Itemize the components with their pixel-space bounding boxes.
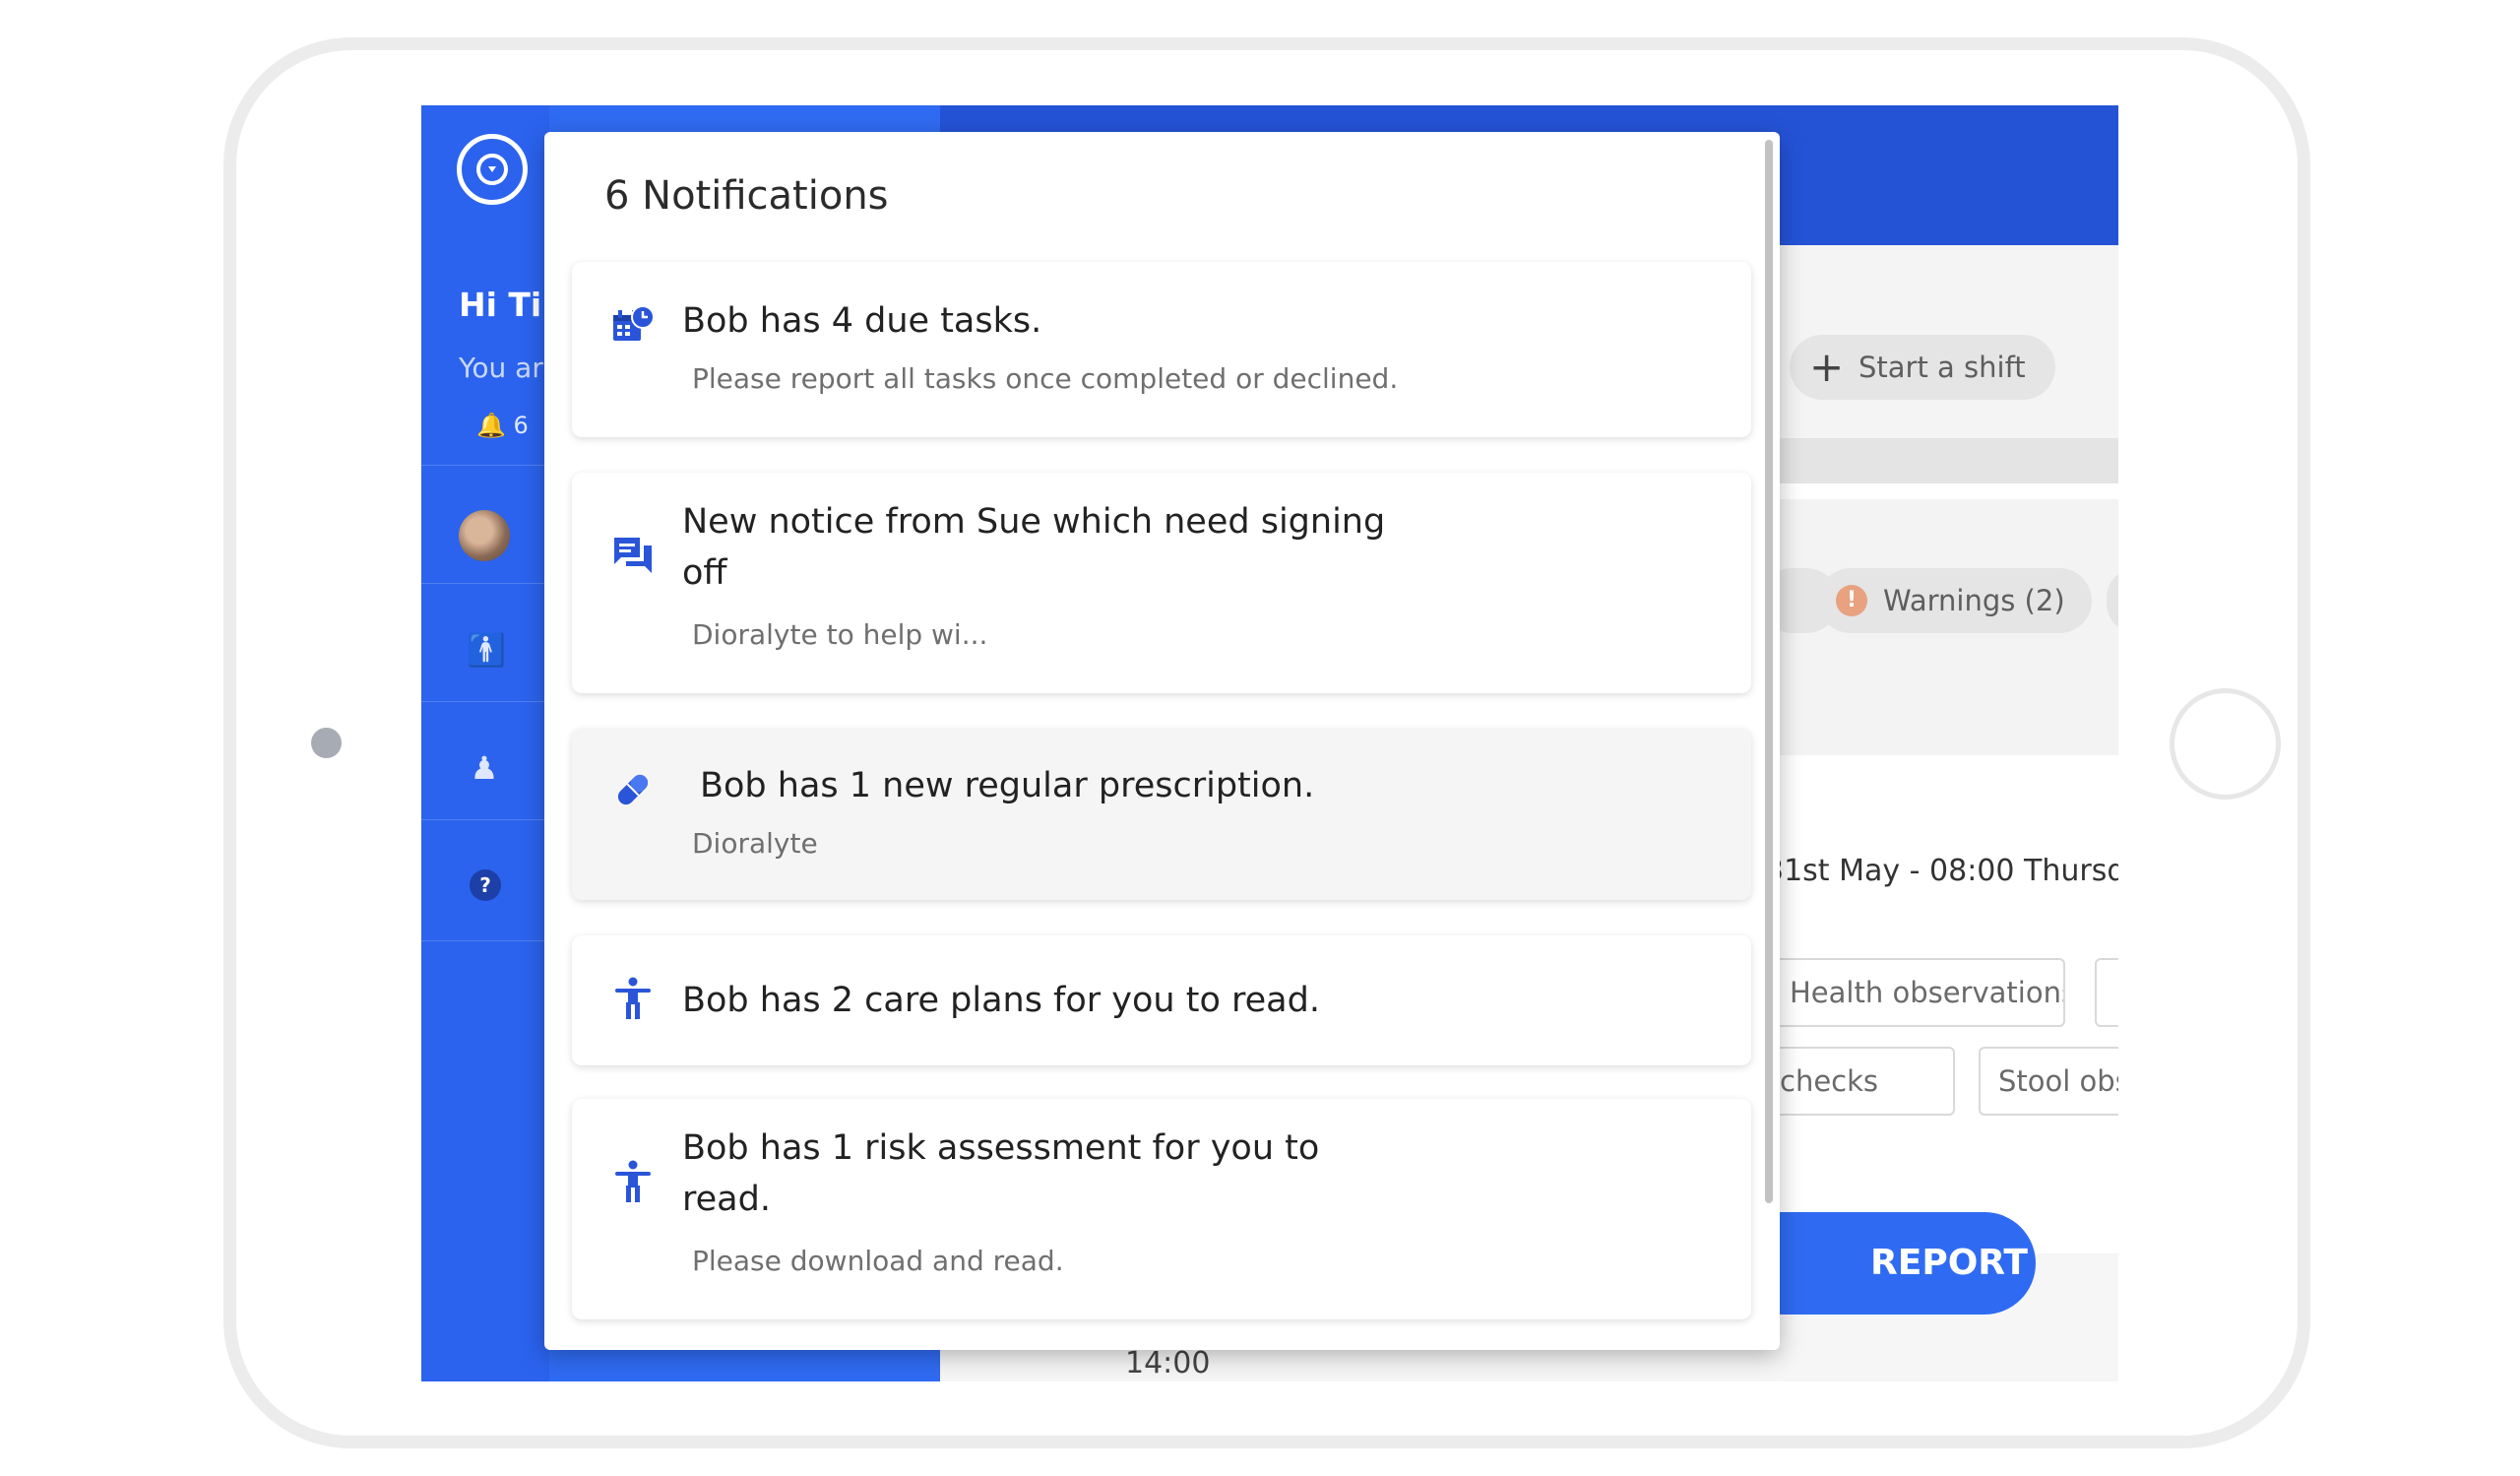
logo-arrow [488,166,496,172]
notification-card-prescription[interactable]: Bob has 1 new regular prescription. Dior… [572,729,1751,900]
date-range: 31st May - 08:00 Thursda [1765,854,2118,888]
notification-title: Bob has 4 due tasks. [682,301,1042,341]
notification-subtitle: Dioralyte to help wi... [692,618,988,651]
user-icon[interactable]: ♟ [467,749,502,787]
start-shift-label: Start a shift [1858,351,2026,384]
avatar[interactable] [459,510,510,561]
notification-subtitle: Please download and read. [692,1245,1064,1277]
tag-health-observations[interactable]: Health observations [1770,958,2065,1027]
bell-icon: 🔔 [476,412,506,439]
notification-subtitle: Dioralyte [692,827,818,860]
help-icon[interactable]: ? [470,869,501,901]
sidebar-divider [421,940,549,941]
sidebar-divider [421,819,549,820]
notification-title: Bob has 2 care plans for you to read. [682,981,1320,1020]
tablet-home-button[interactable] [2170,688,2281,800]
notification-title: New notice from Sue which need signing o… [682,502,1386,593]
notification-card-care-plans[interactable]: Bob has 2 care plans for you to read. [572,935,1751,1065]
person-icon[interactable]: 🚹 [467,631,506,669]
notification-title: Bob has 1 risk assessment for you to rea… [682,1128,1320,1219]
warnings-label: Warnings (2) [1883,584,2065,617]
plus-icon: + [1809,343,1845,391]
notification-subtitle: Please report all tasks once completed o… [692,362,1399,395]
tag-partial[interactable] [2095,958,2118,1027]
notification-card-notice[interactable]: New notice from Sue which need signing o… [572,473,1751,693]
tag-checks[interactable]: checks [1760,1047,1955,1116]
app-logo[interactable] [457,134,528,205]
notification-bell-button[interactable]: 🔔 6 [476,412,529,439]
tablet-camera [311,728,342,758]
notification-card-tasks[interactable]: Bob has 4 due tasks. Please report all t… [572,262,1751,437]
greeting-subtext: You ar [459,352,543,384]
person-icon [615,1160,651,1202]
tag-stool-observations[interactable]: Stool observ [1979,1047,2118,1116]
notification-count: 6 [513,412,529,439]
notifications-title: 6 Notifications [604,173,889,219]
scrollbar[interactable] [1765,140,1773,1203]
notification-title: Bob has 1 new regular prescription. [700,766,1315,805]
chat-icon [614,538,652,573]
timeline-time: 14:00 [1125,1346,1211,1380]
notification-card-risk-assessment[interactable]: Bob has 1 risk assessment for you to rea… [572,1099,1751,1319]
logo-inner-ring [476,154,508,185]
notifications-panel: 6 Notifications Bob has 4 due tasks. Ple… [544,132,1780,1350]
sidebar-divider [421,465,549,466]
sidebar-divider [421,701,549,702]
calendar-clock-icon [613,305,655,341]
start-shift-button[interactable]: + Start a shift [1790,335,2055,400]
sidebar-divider [421,583,549,584]
pill-icon [617,774,649,805]
warning-icon: ! [1836,585,1867,616]
person-icon [615,977,651,1019]
warnings-chip[interactable]: ! Warnings (2) [1818,568,2092,633]
